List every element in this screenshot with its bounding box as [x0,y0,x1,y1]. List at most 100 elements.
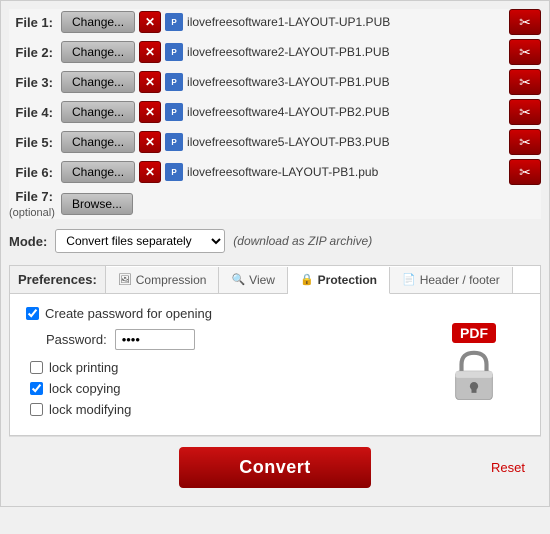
scissors-icon: ✂ [519,164,531,181]
file-label: File 7: (optional) [9,189,57,219]
remove-button[interactable]: ✕ [139,71,161,93]
lock-copying-row: lock copying [30,381,408,396]
create-password-row: Create password for opening [26,306,408,321]
change-button[interactable]: Change... [61,41,135,63]
change-button[interactable]: Change... [61,131,135,153]
file-name: ilovefreesoftware5-LAYOUT-PB3.PUB [187,135,505,149]
file-row: File 7: (optional) Browse... [9,189,541,219]
tab-view[interactable]: 🔍 View [219,267,288,293]
file-row: File 3: Change... ✕ Pilovefreesoftware3-LAY… [9,69,541,95]
preferences-right: PDF [424,306,524,423]
remove-icon: ✕ [145,45,155,59]
lock-copying-checkbox[interactable] [30,382,43,395]
change-button[interactable]: Change... [61,11,135,33]
file-label: File 1: [9,15,57,30]
scissors-icon: ✂ [519,134,531,151]
remove-button[interactable]: ✕ [139,101,161,123]
lock-modifying-row: lock modifying [30,402,408,417]
convert-button[interactable]: Convert [179,447,371,488]
pub-icon: P [165,133,183,151]
scissors-button[interactable]: ✂ [509,159,541,185]
change-button[interactable]: Change... [61,71,135,93]
tab-compression-icon: 🖼 [118,273,132,286]
tab-header-footer-label: Header / footer [420,273,500,287]
file-rows: File 1: Change... ✕ Pilovefreesoftware1-LAY… [9,9,541,219]
mode-note: (download as ZIP archive) [233,234,372,248]
file-row: File 6: Change... ✕ Pilovefreesoftware-LAYO… [9,159,541,185]
password-label: Password: [46,332,107,347]
tab-view-label: View [249,273,275,287]
lock-printing-checkbox[interactable] [30,361,43,374]
main-container: File 1: Change... ✕ Pilovefreesoftware1-LAY… [0,0,550,507]
file-label: File 6: [9,165,57,180]
scissors-button[interactable]: ✂ [509,39,541,65]
mode-row: Mode: Convert files separatelyMerge file… [9,225,541,257]
file-type-icon: P [165,103,183,121]
file-type-icon: P [165,73,183,91]
browse-button[interactable]: Browse... [61,193,133,215]
pdf-badge: PDF [452,323,496,343]
preferences-header: Preferences: 🖼Compression 🔍 View 🔒Protectio… [10,266,540,294]
password-row: Password: [46,329,408,350]
tab-view-icon: 🔍 [231,273,245,286]
lock-icon [449,347,499,407]
file-type-icon: P [165,13,183,31]
optional-label: (optional) [9,207,55,219]
reset-link[interactable]: Reset [491,460,525,475]
tab-compression[interactable]: 🖼Compression [106,267,220,293]
file-name: ilovefreesoftware1-LAYOUT-UP1.PUB [187,15,505,29]
scissors-button[interactable]: ✂ [509,99,541,125]
file-row: File 1: Change... ✕ Pilovefreesoftware1-LAY… [9,9,541,35]
pdf-lock-container: PDF [449,323,499,407]
file-label: File 5: [9,135,57,150]
tab-header-footer[interactable]: 📄 Header / footer [390,267,513,293]
file-row: File 5: Change... ✕ Pilovefreesoftware5-LAY… [9,129,541,155]
pub-icon: P [165,73,183,91]
remove-icon: ✕ [145,75,155,89]
remove-button[interactable]: ✕ [139,41,161,63]
lock-modifying-checkbox[interactable] [30,403,43,416]
tab-header-footer-icon: 📄 [402,273,416,286]
scissors-icon: ✂ [519,74,531,91]
lock-modifying-label: lock modifying [49,402,131,417]
tab-protection-label: Protection [318,273,377,287]
remove-button[interactable]: ✕ [139,161,161,183]
mode-select[interactable]: Convert files separatelyMerge files into… [55,229,225,253]
pub-icon: P [165,163,183,181]
file-type-icon: P [165,133,183,151]
file-row: File 2:Change...✕Pilovefreesoftware2-LAY… [9,39,541,65]
create-password-label: Create password for opening [45,306,212,321]
scissors-button[interactable]: ✂ [509,129,541,155]
file-label: File 3: [9,75,57,90]
tab-protection[interactable]: 🔒Protection [288,267,390,294]
scissors-button[interactable]: ✂ [509,69,541,95]
scissors-button[interactable]: ✂ [509,9,541,35]
preferences-section: Preferences: 🖼Compression 🔍 View 🔒Protectio… [9,265,541,436]
scissors-icon: ✂ [519,44,531,61]
lock-printing-label: lock printing [49,360,118,375]
create-password-checkbox[interactable] [26,307,39,320]
file-type-icon: P [165,43,183,61]
lock-printing-row: lock printing [30,360,408,375]
change-button[interactable]: Change... [61,101,135,123]
remove-button[interactable]: ✕ [139,131,161,153]
remove-icon: ✕ [145,135,155,149]
pub-icon: P [165,43,183,61]
convert-bar: Convert Reset [9,436,541,498]
preferences-left: Create password for opening Password: lo… [26,306,408,423]
file-name: ilovefreesoftware-LAYOUT-PB1.pub [187,165,505,179]
mode-label: Mode: [9,234,47,249]
preferences-label: Preferences: [10,266,106,293]
file-row: File 4:Change...✕Pilovefreesoftware4-LAY… [9,99,541,125]
file-label: File 2: [9,45,57,60]
file-label-text: File 7: [15,189,53,204]
change-button[interactable]: Change... [61,161,135,183]
remove-icon: ✕ [145,105,155,119]
remove-icon: ✕ [145,165,155,179]
password-input[interactable] [115,329,195,350]
scissors-icon: ✂ [519,104,531,121]
remove-button[interactable]: ✕ [139,11,161,33]
file-name: ilovefreesoftware3-LAYOUT-PB1.PUB [187,75,505,89]
remove-icon: ✕ [145,15,155,29]
scissors-icon: ✂ [519,14,531,31]
